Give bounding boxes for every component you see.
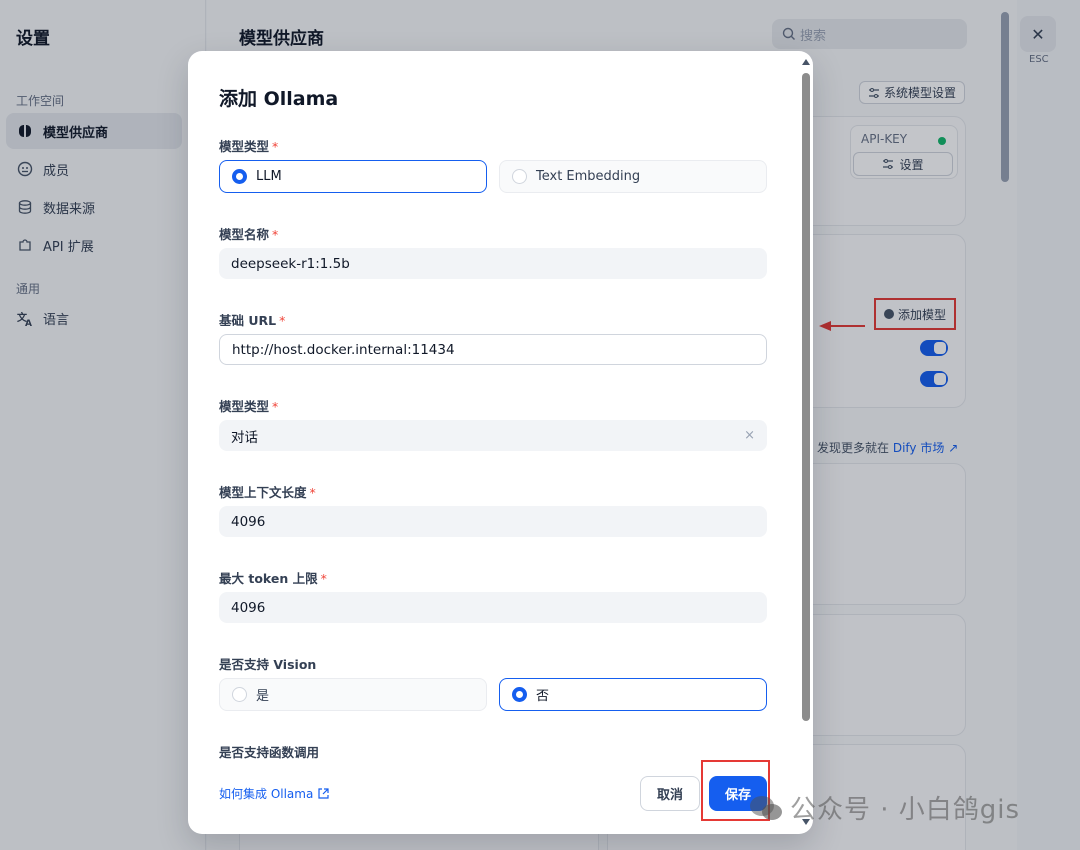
select-value: 对话 bbox=[231, 429, 258, 446]
radio-unchecked-icon bbox=[512, 169, 527, 184]
option-label: 否 bbox=[536, 689, 550, 704]
input-value: http://host.docker.internal:11434 bbox=[232, 341, 455, 358]
option-label: LLM bbox=[256, 169, 282, 184]
required-mark: * bbox=[272, 399, 279, 414]
watermark: 公众号 · 小白鸽gis bbox=[748, 789, 1020, 826]
max-tokens-input[interactable]: 4096 bbox=[219, 592, 767, 623]
radio-unchecked-icon bbox=[232, 687, 247, 702]
label-text: 基础 URL bbox=[219, 313, 277, 328]
required-mark: * bbox=[309, 485, 316, 500]
model-type-option-text-embedding[interactable]: Text Embedding bbox=[499, 160, 767, 193]
model-type-option-llm[interactable]: LLM bbox=[219, 160, 487, 193]
label-text: 模型类型 bbox=[219, 139, 270, 154]
dialog-scrollbar-thumb[interactable] bbox=[802, 73, 810, 721]
label-text: 模型类型 bbox=[219, 399, 270, 414]
input-value: deepseek-r1:1.5b bbox=[231, 255, 350, 272]
context-size-input[interactable]: 4096 bbox=[219, 506, 767, 537]
add-ollama-dialog: 添加 Ollama 模型类型 * LLM Text Embedding 模型名称 *… bbox=[188, 51, 813, 834]
vision-option-no[interactable]: 否 bbox=[499, 678, 767, 711]
function-call-support-label: 是否支持函数调用 bbox=[219, 745, 320, 760]
required-mark: * bbox=[320, 571, 327, 586]
context-size-label: 模型上下文长度 * bbox=[219, 482, 316, 501]
clear-icon[interactable]: × bbox=[744, 428, 755, 443]
dialog-title: 添加 Ollama bbox=[219, 88, 339, 110]
model-name-input[interactable]: deepseek-r1:1.5b bbox=[219, 248, 767, 279]
option-label: Text Embedding bbox=[536, 169, 641, 184]
required-mark: * bbox=[272, 227, 279, 242]
vision-option-yes[interactable]: 是 bbox=[219, 678, 487, 711]
radio-checked-icon bbox=[512, 687, 527, 702]
mode-select[interactable]: 对话 × bbox=[219, 420, 767, 451]
cancel-button[interactable]: 取消 bbox=[640, 776, 700, 811]
watermark-text: 公众号 · 小白鸽gis bbox=[790, 795, 1021, 825]
scroll-up-arrow-icon[interactable] bbox=[802, 59, 810, 65]
help-link-label: 如何集成 Ollama bbox=[219, 787, 314, 801]
option-label: 是 bbox=[256, 689, 270, 704]
mode-label: 模型类型 * bbox=[219, 396, 278, 415]
label-text: 模型名称 bbox=[219, 227, 270, 242]
input-value: 4096 bbox=[231, 513, 266, 530]
max-tokens-label: 最大 token 上限 * bbox=[219, 568, 327, 587]
input-value: 4096 bbox=[231, 599, 266, 616]
model-type-label: 模型类型 * bbox=[219, 136, 278, 155]
base-url-label: 基础 URL * bbox=[219, 310, 285, 329]
external-link-icon bbox=[318, 788, 329, 799]
radio-checked-icon bbox=[232, 169, 247, 184]
wechat-icon bbox=[750, 795, 782, 820]
label-text: 最大 token 上限 bbox=[219, 571, 318, 586]
required-mark: * bbox=[279, 313, 286, 328]
required-mark: * bbox=[272, 139, 279, 154]
base-url-input[interactable]: http://host.docker.internal:11434 bbox=[219, 334, 767, 365]
model-name-label: 模型名称 * bbox=[219, 224, 278, 243]
ollama-help-link[interactable]: 如何集成 Ollama bbox=[219, 785, 329, 802]
label-text: 模型上下文长度 bbox=[219, 485, 307, 500]
vision-support-label: 是否支持 Vision bbox=[219, 657, 317, 672]
